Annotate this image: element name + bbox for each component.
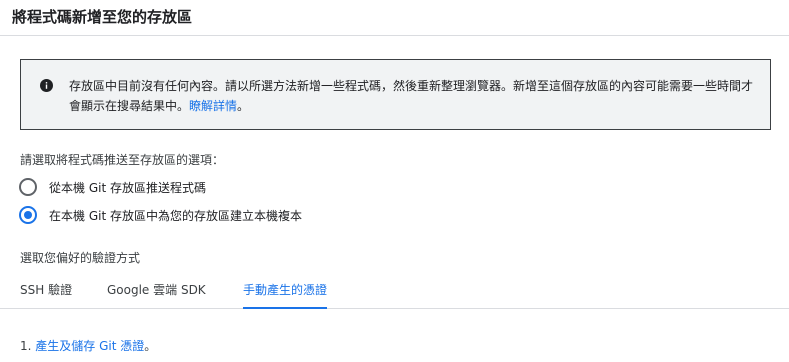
page-title: 將程式碼新增至您的存放區 [12,8,193,26]
active-tab-indicator [243,307,328,309]
radio-label: 從本機 Git 存放區推送程式碼 [49,180,206,195]
step-item: 1. 產生及儲存 Git 憑證。 [20,337,156,354]
learn-more-link[interactable]: 瞭解詳情 [189,99,237,113]
generate-credentials-link[interactable]: 產生及儲存 Git 憑證 [35,339,144,353]
info-message-text: 存放區中目前沒有任何內容。請以所選方法新增一些程式碼，然後重新整理瀏覽器。新增至… [69,79,754,113]
push-option-prompt: 請選取將程式碼推送至存放區的選項： [20,153,225,167]
auth-method-label: 選取您偏好的驗證方式 [20,251,141,265]
info-message: 存放區中目前沒有任何內容。請以所選方法新增一些程式碼，然後重新整理瀏覽器。新增至… [69,76,764,116]
auth-tabs: SSH 驗證 Google 雲端 SDK 手動產生的憑證 [0,272,789,309]
radio-dot [24,211,32,219]
info-message-suffix: 。 [237,99,250,113]
radio-button-checked[interactable] [19,206,37,224]
tab-google-cloud-sdk[interactable]: Google 雲端 SDK [107,272,206,308]
radio-button-unchecked[interactable] [19,178,37,196]
step-suffix: 。 [144,339,157,353]
tab-ssh-auth[interactable]: SSH 驗證 [20,272,72,308]
page-header: 將程式碼新增至您的存放區 [0,0,789,36]
tab-manual-credentials[interactable]: 手動產生的憑證 [243,272,328,309]
radio-label: 在本機 Git 存放區中為您的存放區建立本機複本 [49,208,302,223]
radio-clone-local-copy[interactable]: 在本機 Git 存放區中為您的存放區建立本機複本 [19,204,302,226]
info-icon [40,79,53,92]
tab-manual-credentials-label: 手動產生的憑證 [243,283,328,297]
step-number: 1. [20,339,32,353]
radio-push-local-repo[interactable]: 從本機 Git 存放區推送程式碼 [19,176,206,198]
info-banner: 存放區中目前沒有任何內容。請以所選方法新增一些程式碼，然後重新整理瀏覽器。新增至… [20,59,771,130]
